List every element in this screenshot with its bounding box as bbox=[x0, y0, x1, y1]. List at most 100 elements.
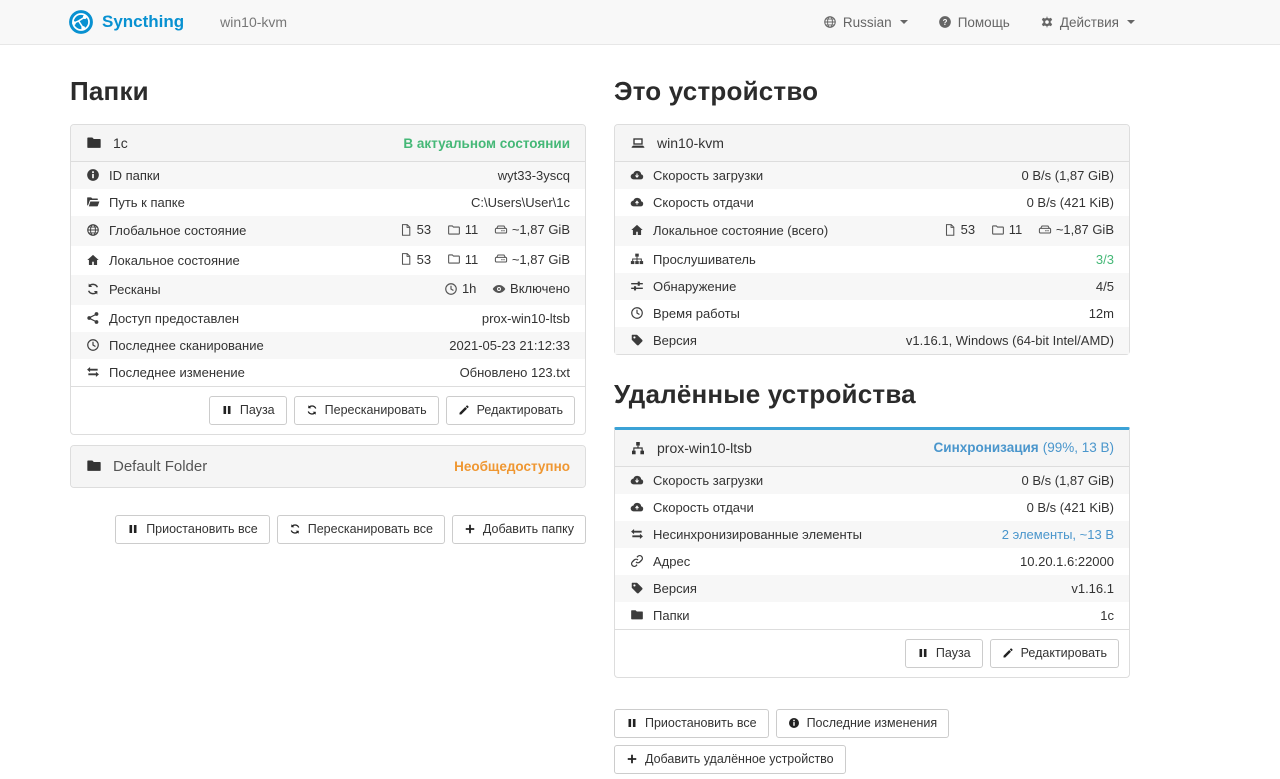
globe-icon bbox=[86, 223, 100, 237]
table-row: Глобальное состояние 53 11 ~1,87 GiB bbox=[71, 216, 585, 246]
this-device-heading: Это устройство bbox=[614, 76, 1130, 107]
sliders-icon bbox=[630, 279, 644, 293]
eye-icon bbox=[492, 282, 506, 296]
table-row: Локальное состояние (всего) 53 11 ~1,87 … bbox=[615, 216, 1129, 246]
actions-menu[interactable]: Действия bbox=[1040, 15, 1135, 30]
table-row: Адрес 10.20.1.6:22000 bbox=[615, 548, 1129, 575]
add-folder-button[interactable]: Добавить папку bbox=[452, 515, 586, 544]
table-row: Время работы 12m bbox=[615, 300, 1129, 327]
out-of-sync-items-link[interactable]: 2 элементы, ~13 B bbox=[1002, 527, 1114, 542]
table-row: Локальное состояние 53 11 ~1,87 GiB bbox=[71, 246, 585, 276]
refresh-icon bbox=[306, 404, 318, 416]
rescan-all-button[interactable]: Пересканировать все bbox=[277, 515, 445, 544]
syncthing-brand[interactable]: Syncthing bbox=[68, 9, 184, 35]
address-value: 10.20.1.6:22000 bbox=[948, 548, 1129, 575]
question-circle-icon bbox=[938, 15, 952, 29]
cloud-download-icon bbox=[630, 168, 644, 182]
language-label: Russian bbox=[843, 15, 892, 30]
pause-all-folders-button[interactable]: Приостановить все bbox=[115, 515, 270, 544]
folder-name: 1c bbox=[113, 135, 128, 151]
table-row: Папки 1c bbox=[615, 602, 1129, 629]
edit-button[interactable]: Редактировать bbox=[990, 639, 1119, 668]
listeners-value: 3/3 bbox=[867, 246, 1129, 273]
row-label: Ресканы bbox=[109, 282, 161, 297]
this-device-panel: win10-kvm Скорость загрузки 0 B/s (1,87 … bbox=[614, 124, 1130, 355]
network-icon bbox=[630, 440, 646, 456]
pause-icon bbox=[221, 404, 233, 416]
plus-icon bbox=[626, 753, 638, 765]
language-menu[interactable]: Russian bbox=[823, 15, 908, 30]
remote-device-table: Скорость загрузки 0 B/s (1,87 GiB) Скоро… bbox=[615, 466, 1129, 629]
chevron-down-icon bbox=[1127, 20, 1135, 24]
pause-icon bbox=[127, 523, 139, 535]
row-label: Версия bbox=[653, 581, 697, 596]
row-label: Скорость загрузки bbox=[653, 473, 763, 488]
row-label: Скорость отдачи bbox=[653, 195, 754, 210]
clock-icon bbox=[444, 282, 458, 296]
rescans-value: 1h Включено bbox=[332, 275, 585, 305]
brand-label: Syncthing bbox=[102, 12, 184, 32]
folder-icon bbox=[86, 458, 102, 474]
table-row: Несинхронизированные элементы 2 элементы… bbox=[615, 521, 1129, 548]
add-remote-device-button[interactable]: Добавить удалённое устройство bbox=[614, 745, 846, 774]
folder-panel-heading[interactable]: 1c В актуальном состоянии bbox=[71, 125, 585, 161]
folder-outline-icon bbox=[447, 252, 461, 266]
recent-changes-button[interactable]: Последние изменения bbox=[776, 709, 950, 738]
rescan-button[interactable]: Пересканировать bbox=[294, 396, 439, 425]
pause-icon bbox=[626, 717, 638, 729]
table-row: Обнаружение 4/5 bbox=[615, 273, 1129, 300]
tag-icon bbox=[630, 581, 644, 595]
folder-name: Default Folder bbox=[113, 458, 207, 475]
navbar: Syncthing win10-kvm Russian Помощь Дейст… bbox=[0, 0, 1280, 45]
folder-outline-icon bbox=[991, 223, 1005, 237]
navbar-device-name: win10-kvm bbox=[220, 14, 287, 30]
pencil-icon bbox=[1002, 647, 1014, 659]
remote-devices-heading: Удалённые устройства bbox=[614, 379, 1130, 410]
home-icon bbox=[86, 253, 100, 267]
pause-icon bbox=[917, 647, 929, 659]
row-label: Скорость загрузки bbox=[653, 168, 763, 183]
remote-device-panel-heading[interactable]: prox-win10-ltsb Синхронизация(99%, 13 B) bbox=[615, 430, 1129, 466]
this-device-name: win10-kvm bbox=[657, 135, 724, 151]
folder-icon bbox=[86, 135, 102, 151]
folder-id-value: wyt33-3yscq bbox=[332, 162, 585, 190]
row-label: Папки bbox=[653, 608, 690, 623]
file-icon bbox=[399, 252, 413, 266]
cloud-upload-icon bbox=[630, 195, 644, 209]
help-menu[interactable]: Помощь bbox=[938, 15, 1010, 30]
this-device-panel-heading[interactable]: win10-kvm bbox=[615, 125, 1129, 161]
chevron-down-icon bbox=[900, 20, 908, 24]
folder-open-icon bbox=[86, 195, 100, 209]
folder-path-value: C:\Users\User\1c bbox=[332, 189, 585, 216]
version-value: v1.16.1, Windows (64-bit Intel/AMD) bbox=[867, 327, 1129, 354]
pencil-icon bbox=[458, 404, 470, 416]
remote-device-name: prox-win10-ltsb bbox=[657, 440, 752, 456]
folder-panel-heading[interactable]: Default Folder Необщедоступно bbox=[71, 446, 585, 487]
shared-with-value: prox-win10-ltsb bbox=[332, 305, 585, 332]
actions-label: Действия bbox=[1060, 15, 1119, 30]
folder-icon bbox=[630, 608, 644, 622]
edit-button[interactable]: Редактировать bbox=[446, 396, 575, 425]
table-row: Последнее сканирование 2021-05-23 21:12:… bbox=[71, 332, 585, 359]
table-row: Скорость загрузки 0 B/s (1,87 GiB) bbox=[615, 466, 1129, 494]
cloud-download-icon bbox=[630, 473, 644, 487]
folders-list-actions: Приостановить все Пересканировать все До… bbox=[70, 515, 586, 544]
local-state-value: 53 11 ~1,87 GiB bbox=[332, 246, 585, 276]
upload-rate-value: 0 B/s (421 KiB) bbox=[867, 189, 1129, 216]
row-label: Обнаружение bbox=[653, 279, 736, 294]
download-rate-value: 0 B/s (1,87 GiB) bbox=[867, 162, 1129, 190]
tag-icon bbox=[630, 333, 644, 347]
table-row: Доступ предоставлен prox-win10-ltsb bbox=[71, 305, 585, 332]
refresh-icon bbox=[86, 282, 100, 296]
share-icon bbox=[86, 311, 100, 325]
row-label: Доступ предоставлен bbox=[109, 311, 239, 326]
help-label: Помощь bbox=[958, 15, 1010, 30]
folder-details-table: ID папки wyt33-3yscq Путь к папке C:\Use… bbox=[71, 161, 585, 386]
pause-all-devices-button[interactable]: Приостановить все bbox=[614, 709, 769, 738]
row-label: ID папки bbox=[109, 168, 160, 183]
pause-button[interactable]: Пауза bbox=[209, 396, 287, 425]
remote-device-status-badge: Синхронизация(99%, 13 B) bbox=[934, 440, 1114, 455]
pause-button[interactable]: Пауза bbox=[905, 639, 983, 668]
cloud-upload-icon bbox=[630, 500, 644, 514]
table-row: Путь к папке C:\Users\User\1c bbox=[71, 189, 585, 216]
